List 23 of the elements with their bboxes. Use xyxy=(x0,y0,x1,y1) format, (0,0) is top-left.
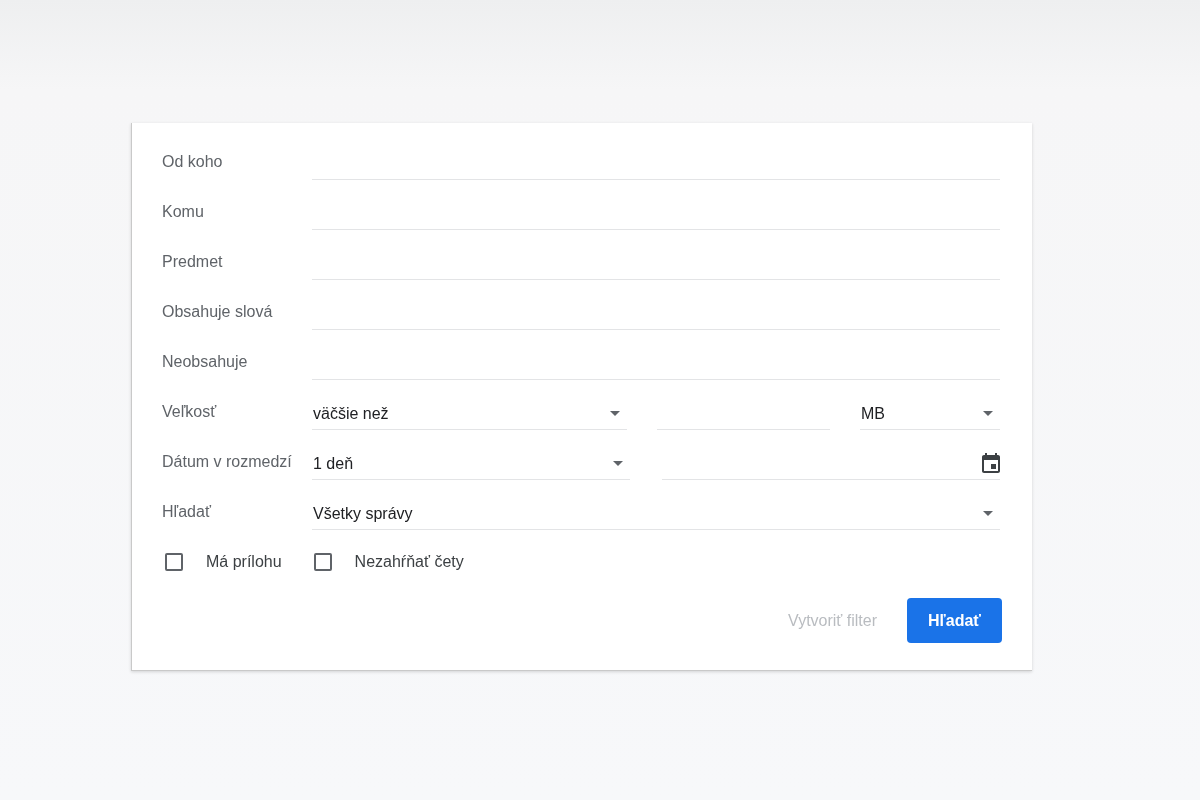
caret-icon xyxy=(613,461,623,466)
field-label: Dátum v rozmedzí xyxy=(162,453,293,471)
checkbox[interactable] xyxy=(165,553,183,571)
field-label: Od koho xyxy=(162,153,224,171)
field-label: Obsahuje slová xyxy=(162,303,274,321)
dropdown[interactable]: 1 deň xyxy=(312,452,630,480)
date-field[interactable] xyxy=(662,452,1000,480)
caret-icon xyxy=(610,411,620,416)
field-label: Hľadať xyxy=(162,503,212,521)
dropdown[interactable]: MB xyxy=(860,402,1000,430)
dropdown[interactable]: Všetky správy xyxy=(312,502,1000,530)
dropdown[interactable]: väčšie než xyxy=(312,402,627,430)
field-label: Neobsahuje xyxy=(162,353,249,371)
search-button[interactable]: Hľadať xyxy=(907,598,1002,643)
calendar-icon[interactable] xyxy=(982,453,1000,474)
checkbox-label[interactable]: Má prílohu xyxy=(206,553,282,571)
checkbox-label[interactable]: Nezahŕňať čety xyxy=(354,553,464,571)
field-label: Predmet xyxy=(162,253,224,271)
caret-icon xyxy=(983,511,993,516)
caret-icon xyxy=(983,411,993,416)
field-label: Komu xyxy=(162,203,205,221)
checkbox[interactable] xyxy=(313,553,332,571)
field-label: Veľkosť xyxy=(162,403,218,421)
